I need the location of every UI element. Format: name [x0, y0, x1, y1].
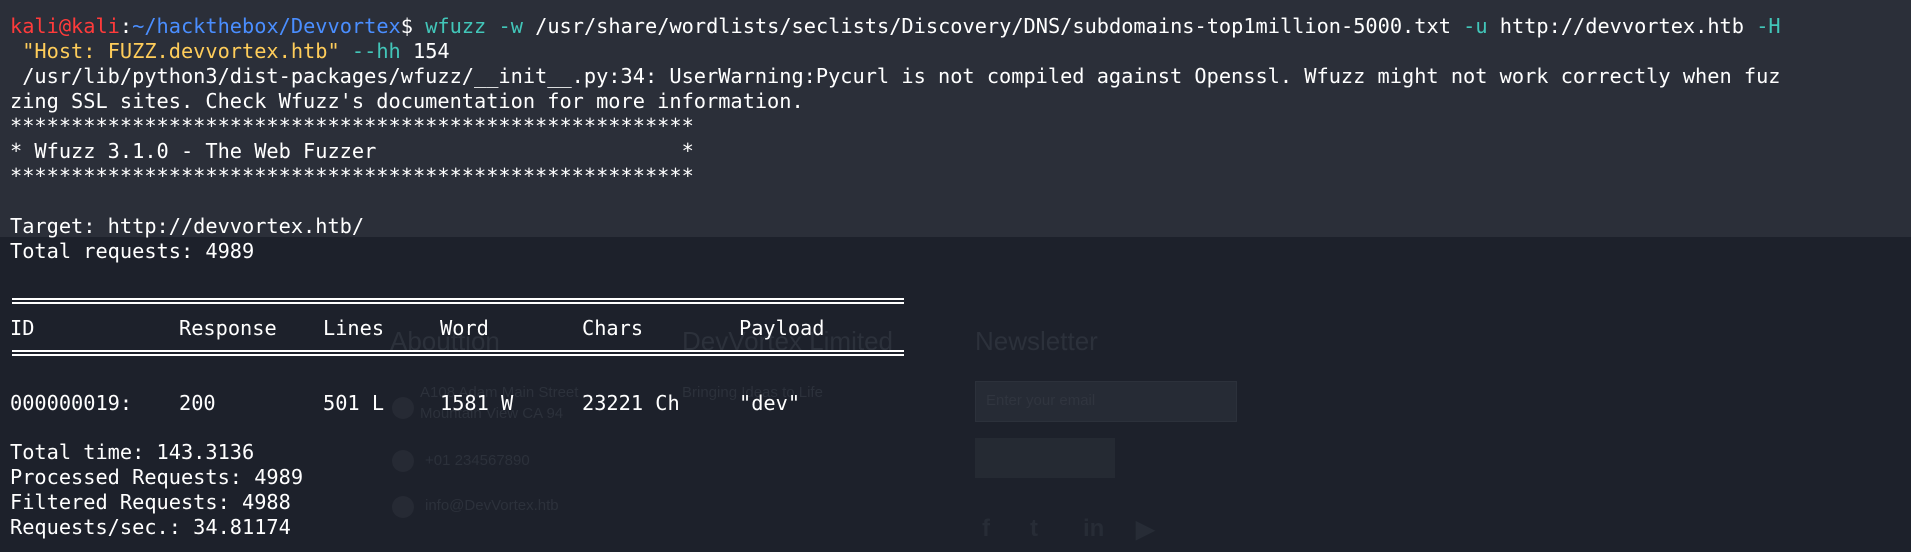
location-icon: [392, 397, 414, 419]
prompt-user-host: kali@kali: [10, 14, 120, 38]
command-line-continued[interactable]: "Host: FUZZ.devvortex.htb" --hh 154: [10, 39, 450, 64]
ghost-newsletter-input: Enter your email: [975, 381, 1237, 422]
banner-bottom-border: ****************************************…: [10, 164, 694, 188]
ghost-phone: +01 234567890: [425, 452, 530, 469]
summary-rate: Requests/sec.: 34.81174: [10, 515, 291, 539]
mail-icon: [392, 496, 414, 518]
result-response: 200: [179, 391, 216, 415]
prompt-symbol: $: [400, 14, 413, 38]
ghost-subscribe-button: [975, 438, 1115, 478]
flag-H: -H: [1756, 14, 1781, 38]
host-header-string: "Host: FUZZ.devvortex.htb": [22, 39, 340, 63]
result-id: 000000019:: [10, 391, 133, 415]
table-top-rule: [12, 298, 904, 304]
result-chars: 23221 Ch: [582, 391, 680, 415]
flag-hh: --hh: [351, 39, 401, 63]
warning-line-1: /usr/lib/python3/dist-packages/wfuzz/__i…: [10, 64, 1781, 88]
table-header-rule: [12, 350, 904, 356]
header-payload: Payload: [739, 316, 825, 340]
ghost-heading-3: Newsletter: [975, 326, 1098, 356]
wordlist-path: /usr/share/wordlists/seclists/Discovery/…: [535, 14, 1451, 38]
summary-filtered: Filtered Requests: 4988: [10, 490, 291, 514]
prompt-path: ~/hackthebox/Devvortex: [132, 14, 401, 38]
target-line: Target: http://devvortex.htb/: [10, 214, 365, 238]
youtube-icon: ▶: [1136, 516, 1155, 543]
twitter-icon: t: [1030, 515, 1038, 542]
banner-title: * Wfuzz 3.1.0 - The Web Fuzzer *: [10, 139, 694, 163]
command-line[interactable]: kali@kali:~/hackthebox/Devvortex$ wfuzz …: [10, 14, 1781, 39]
target-url: http://devvortex.htb: [1499, 14, 1744, 38]
command-program: wfuzz: [425, 14, 487, 38]
result-payload: "dev": [739, 391, 801, 415]
warning-line-2: zing SSL sites. Check Wfuzz's documentat…: [10, 89, 804, 113]
ghost-email: info@DevVortex.htb: [425, 497, 559, 514]
flag-u: -u: [1463, 14, 1488, 38]
phone-icon: [392, 450, 414, 472]
prompt-separator: :: [119, 14, 133, 38]
summary-total-time: Total time: 143.3136: [10, 440, 255, 464]
linkedin-icon: in: [1083, 515, 1105, 542]
header-response: Response: [179, 316, 277, 340]
flag-w: -w: [498, 14, 523, 38]
hh-value: 154: [412, 39, 450, 63]
facebook-icon: f: [982, 515, 990, 542]
header-id: ID: [10, 316, 35, 340]
header-lines: Lines: [323, 316, 385, 340]
summary-processed: Processed Requests: 4989: [10, 465, 304, 489]
total-requests-line: Total requests: 4989: [10, 239, 255, 263]
banner-top-border: ****************************************…: [10, 114, 694, 138]
result-word: 1581 W: [440, 391, 514, 415]
result-lines: 501 L: [323, 391, 385, 415]
header-chars: Chars: [582, 316, 644, 340]
header-word: Word: [440, 316, 489, 340]
